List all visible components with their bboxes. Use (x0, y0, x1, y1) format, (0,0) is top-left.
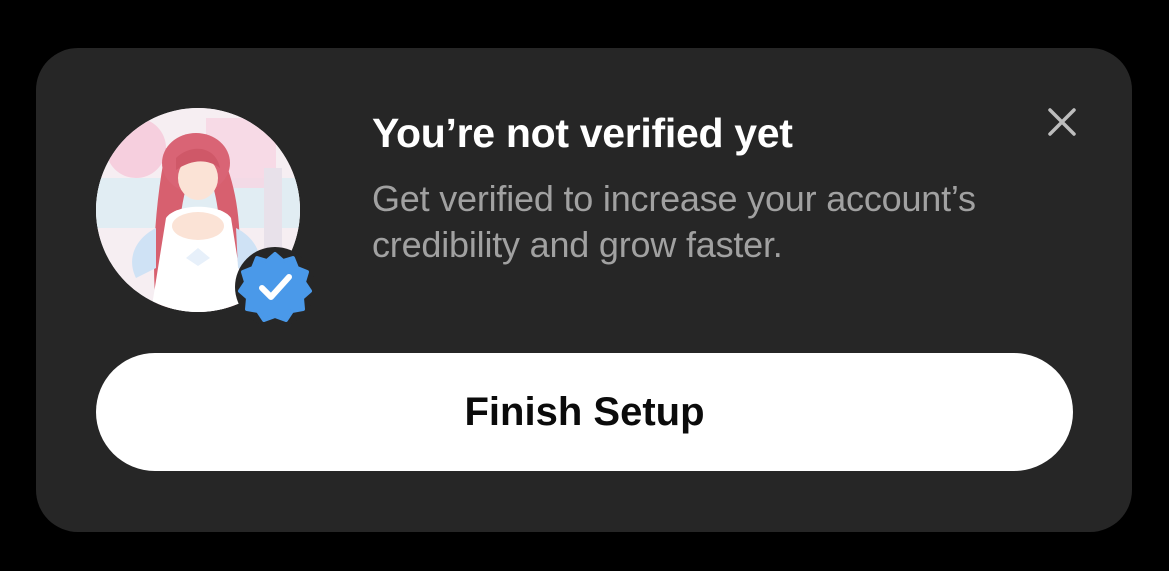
finish-setup-button[interactable]: Finish Setup (96, 353, 1073, 471)
close-icon[interactable] (1040, 100, 1084, 144)
verified-badge-icon (234, 246, 316, 328)
profile-avatar-group (96, 108, 315, 327)
description-text: Get verified to increase your account’s … (372, 178, 976, 265)
verification-prompt-card: You’re not verified yet Get verified to … (36, 48, 1132, 532)
page-title: You’re not verified yet (372, 110, 793, 156)
